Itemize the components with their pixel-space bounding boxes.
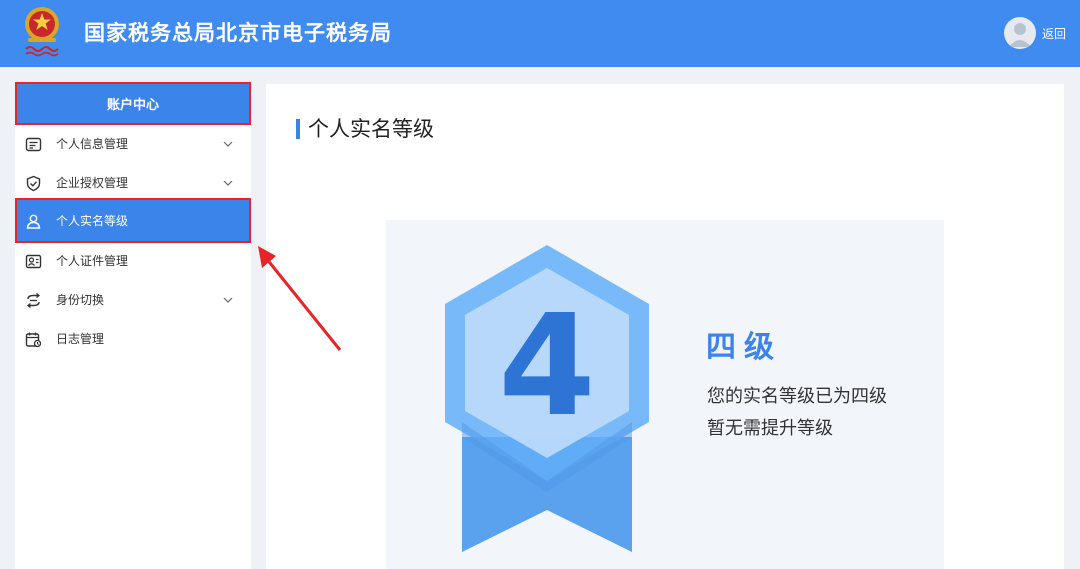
level-description-line2: 暂无需提升等级 bbox=[707, 418, 833, 439]
log-calendar-icon bbox=[25, 332, 42, 348]
tax-emblem-icon bbox=[25, 7, 59, 57]
chevron-down-icon bbox=[223, 180, 233, 186]
level-description-line1: 您的实名等级已为四级 bbox=[707, 386, 887, 407]
sidebar-item-label: 个人证件管理 bbox=[56, 254, 129, 268]
switch-icon bbox=[26, 292, 41, 309]
sidebar-item-label: 日志管理 bbox=[56, 332, 105, 346]
back-link[interactable]: 返回 bbox=[1042, 25, 1066, 42]
main-content: 个人实名等级 4 四级 您的实名等级已为四级 暂无需提升等级 bbox=[266, 84, 1064, 569]
account-center-header[interactable]: 账户中心 bbox=[15, 82, 251, 125]
sidebar-item-label: 身份切换 bbox=[56, 293, 105, 307]
level-badge-icon: 4 bbox=[445, 245, 649, 552]
top-header-bar: 国家税务总局北京市电子税务局 返回 bbox=[0, 0, 1080, 67]
id-card-icon bbox=[25, 137, 42, 152]
sidebar-item-personal-info[interactable]: 个人信息管理 bbox=[15, 125, 251, 164]
page-title: 个人实名等级 bbox=[296, 116, 434, 142]
badge-number: 4 bbox=[498, 285, 595, 448]
sidebar-item-log[interactable]: 日志管理 bbox=[15, 320, 251, 359]
red-arrow-icon bbox=[258, 246, 342, 351]
sidebar-item-label: 企业授权管理 bbox=[56, 176, 129, 190]
title-accent-bar bbox=[296, 119, 300, 139]
chevron-down-icon bbox=[223, 297, 233, 303]
sidebar-item-identity-switch[interactable]: 身份切换 bbox=[15, 281, 251, 320]
level-name: 四级 bbox=[706, 330, 782, 365]
sidebar-item-label: 个人实名等级 bbox=[56, 214, 129, 228]
shield-check-icon bbox=[26, 175, 41, 192]
sidebar-item-certificate[interactable]: 个人证件管理 bbox=[15, 242, 251, 281]
user-level-icon bbox=[26, 214, 41, 229]
sidebar-item-real-name-level[interactable]: 个人实名等级 bbox=[15, 198, 251, 243]
page-title-text: 个人实名等级 bbox=[308, 117, 434, 141]
sidebar-item-label: 个人信息管理 bbox=[56, 137, 129, 151]
certificate-icon bbox=[25, 254, 42, 269]
chevron-down-icon bbox=[223, 141, 233, 147]
sidebar: 账户中心 个人信息管理 企业授权管理 个人实名等级 个人证件管理 身份切换 日志… bbox=[15, 82, 251, 569]
user-area: 返回 bbox=[1003, 17, 1066, 49]
user-avatar-icon[interactable] bbox=[1003, 17, 1036, 49]
level-panel: 4 四级 您的实名等级已为四级 暂无需提升等级 bbox=[386, 220, 944, 569]
site-title: 国家税务总局北京市电子税务局 bbox=[84, 21, 392, 45]
